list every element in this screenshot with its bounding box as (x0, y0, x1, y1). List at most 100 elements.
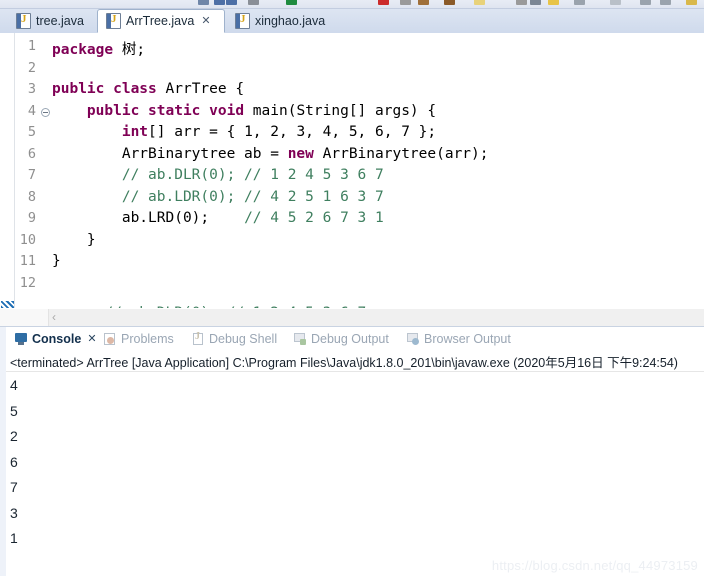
console-output-line: 1 (10, 530, 18, 546)
package-icon[interactable] (418, 0, 429, 5)
code-text: main(String[] args) { (252, 102, 437, 119)
code-comment: // ab.DLR(0); // 1 2 4 5 3 6 7 (121, 167, 384, 183)
toolbar-strip[interactable] (0, 0, 704, 9)
debug-icon[interactable] (400, 0, 411, 5)
watermark-text: https://blog.csdn.net/qq_44973159 (491, 558, 698, 573)
code-text: 树; (121, 42, 146, 58)
list-icon[interactable] (660, 0, 671, 5)
code-line[interactable]: int[] arr = { 1, 2, 3, 4, 5, 6, 7 }; (52, 124, 436, 140)
console-tab-label: Debug Shell (209, 331, 278, 346)
line-number: 12 (19, 274, 36, 291)
window-icon[interactable] (610, 0, 621, 5)
eclipse-window: tree.javaArrTree.java✕xinghao.java 12345… (0, 0, 704, 578)
line-number: 11 (19, 253, 36, 269)
editor-tab-bar[interactable]: tree.java ArrTree.java ✕ xinghao.java (0, 9, 704, 34)
console-tab-debug-output[interactable]: Debug Output (293, 329, 389, 348)
line-number: 8 (27, 188, 36, 205)
code-editor[interactable]: 1 2 3 4 5 6 7 8 9 10 11 12 package 树; public class A… (0, 33, 704, 308)
console-tab-console[interactable]: Console ✕ (14, 329, 97, 348)
close-icon[interactable]: ✕ (201, 15, 210, 27)
java-file-icon (106, 13, 121, 29)
editor-horizontal-scrollbar[interactable]: ‹ (0, 308, 704, 326)
folder-icon[interactable] (444, 0, 455, 5)
code-text: ArrBinarytree ab = (52, 145, 288, 162)
code-line[interactable]: ab.LRD(0); // 4 5 2 6 7 3 1 (52, 210, 384, 226)
problems-icon (103, 332, 117, 346)
console-tab-label: Debug Output (311, 331, 389, 346)
editor-tab-arrtree-java[interactable]: ArrTree.java ✕ (97, 9, 225, 33)
console-status-line: <terminated> ArrTree [Java Application] … (10, 356, 678, 370)
overview-change-marker (1, 301, 14, 308)
console-tab-label: Browser Output (424, 331, 511, 346)
code-keyword: new (287, 145, 323, 162)
debug-shell-icon (191, 331, 205, 346)
console-output-line: 4 (10, 377, 18, 393)
editor-tab-label: xinghao.java (255, 14, 326, 28)
code-text-area[interactable]: package 树; public class ArrTree { public … (46, 33, 704, 308)
console-tab-debug-shell[interactable]: Debug Shell (191, 329, 277, 348)
editor-tab-xinghao-java[interactable]: xinghao.java (227, 9, 327, 33)
code-text: ab.LRD(0); (52, 210, 245, 226)
warning-icon[interactable] (548, 0, 559, 5)
console-tab-problems[interactable]: Problems (103, 329, 174, 348)
code-line[interactable]: public static void main(String[] args) { (52, 103, 436, 119)
code-text: } (52, 253, 61, 269)
undo-icon[interactable] (214, 0, 225, 5)
editor-tab-label: tree.java (36, 14, 84, 28)
code-line[interactable]: // ab.DLR(0); // 1 2 4 5 3 6 7 (52, 167, 384, 183)
stop-icon[interactable] (378, 0, 389, 5)
console-output-line: 5 (10, 402, 18, 419)
code-line[interactable]: } (52, 253, 61, 269)
editor-tab-tree-java[interactable]: tree.java (8, 9, 92, 33)
clipped-code-line: // ab.DLR(0); // 1 2 4 5 3 6 7 (52, 299, 692, 308)
code-line[interactable]: package 树; (52, 38, 145, 59)
close-icon[interactable]: ✕ (87, 332, 96, 345)
code-comment: // 4 5 2 6 7 3 1 (244, 210, 384, 226)
line-number: 3 (27, 81, 36, 97)
run-icon[interactable] (286, 0, 297, 5)
console-output-area[interactable]: <terminated> ArrTree [Java Application] … (6, 349, 704, 578)
code-line[interactable]: } (52, 232, 96, 248)
editor-scrollbar-thumb[interactable] (0, 309, 49, 326)
line-number: 1 (27, 38, 36, 54)
code-fold-toggle-icon[interactable] (41, 107, 50, 117)
code-line[interactable]: ArrBinarytree ab = new ArrBinarytree(arr… (52, 146, 489, 162)
code-comment: // ab.LDR(0); // 4 2 5 1 6 3 7 (121, 188, 384, 205)
redo-icon[interactable] (226, 0, 237, 5)
pin-icon[interactable] (530, 0, 541, 5)
code-text: } (52, 231, 96, 248)
console-divider (6, 371, 704, 372)
line-number: 7 (27, 167, 36, 183)
code-text: [] arr = { 1, 2, 3, 4, 5, 6, 7 }; (148, 124, 437, 140)
console-panel: Console ✕ Problems Debug Shell Debug Output B… (0, 326, 704, 578)
line-number-gutter: 1 2 3 4 5 6 7 8 9 10 11 12 (15, 33, 47, 308)
code-keyword: int (121, 124, 149, 140)
console-tab-label: Console (32, 331, 82, 346)
perspective-icon[interactable] (640, 0, 651, 5)
console-output-line: 7 (10, 479, 18, 495)
console-output-line: 6 (10, 453, 18, 470)
scroll-left-arrow-icon[interactable]: ‹ (52, 311, 56, 324)
search-icon[interactable] (248, 0, 259, 5)
console-tab-bar[interactable]: Console ✕ Problems Debug Shell Debug Output B… (6, 327, 704, 350)
java-file-icon (235, 13, 250, 29)
line-number: 5 (27, 124, 36, 140)
line-number: 2 (27, 59, 36, 76)
marker-icon[interactable] (516, 0, 527, 5)
code-keyword: public static void (52, 102, 253, 119)
console-tab-browser-output[interactable]: Browser Output (406, 329, 511, 348)
split-icon[interactable] (574, 0, 585, 5)
debug-output-icon (293, 332, 307, 346)
code-text: ArrTree { (165, 81, 245, 97)
note-icon[interactable] (686, 0, 697, 5)
console-output-line: 3 (10, 504, 18, 521)
line-number: 9 (27, 210, 36, 226)
code-text: ArrBinarytree(arr); (322, 145, 489, 162)
save-icon[interactable] (198, 0, 209, 5)
line-number: 10 (19, 231, 36, 248)
new-class-icon[interactable] (474, 0, 485, 5)
code-line[interactable]: // ab.LDR(0); // 4 2 5 1 6 3 7 (52, 189, 384, 205)
code-line[interactable]: public class ArrTree { (52, 81, 244, 97)
